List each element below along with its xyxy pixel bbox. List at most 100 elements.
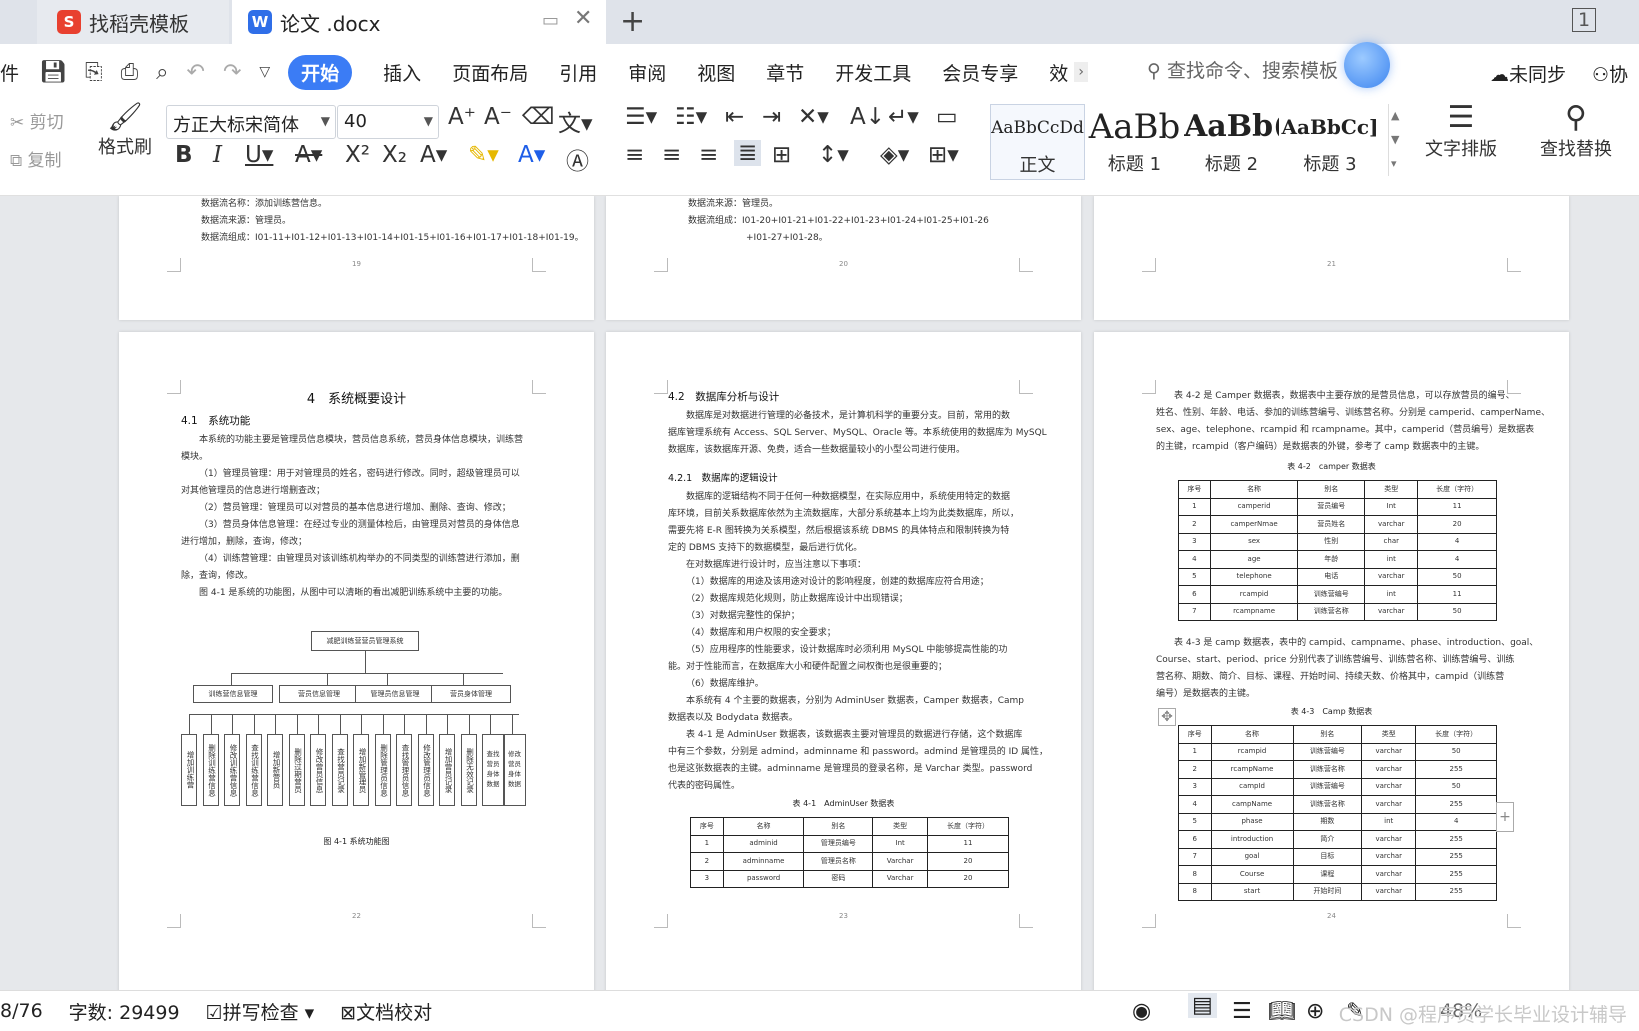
new-tab-icon[interactable]: + [620,4,645,39]
table-cell: 8 [1178,865,1212,884]
undo-icon[interactable]: ↶ [187,60,205,85]
print-preview-icon[interactable]: ⌕ [156,60,168,85]
paragraph-mark-icon[interactable]: ↵▾ [888,104,919,130]
command-search[interactable]: ⚲ 查找命令、搜索模板 [1147,56,1338,83]
increase-indent-icon[interactable]: ⇥ [762,104,781,130]
bullet-list-icon[interactable]: ☰▾ [625,104,657,130]
table-cell: varchar [1361,830,1417,849]
borders-icon[interactable]: ⊞▾ [928,142,959,168]
export-icon[interactable]: ⎘ [85,60,103,85]
ruler-icon[interactable]: ▭ [936,104,958,130]
menu-member[interactable]: 会员专享 [942,59,1018,86]
menu-view[interactable]: 视图 [697,59,735,86]
close-tab-icon[interactable]: ✕ [574,6,592,31]
font-family-select[interactable]: 方正大标宋简体 ▼ [166,105,336,139]
diagram-leaf: 增加营员记录 [439,734,455,806]
page-indicator[interactable]: 8/76 [0,1000,43,1022]
table-cell: Int [1364,497,1419,516]
style-heading-3[interactable]: AaBbCc] 标题 3 [1281,104,1379,180]
menu-chapter[interactable]: 章节 [766,59,804,86]
table-cell: varchar [1361,760,1417,779]
justify-icon[interactable]: ≣ [734,140,762,166]
menu-more-icon[interactable]: › [1074,62,1088,82]
bold-icon[interactable]: B [175,142,193,168]
font-size-select[interactable]: 40 ▼ [337,105,439,139]
style-heading-1[interactable]: AaBb 标题 1 [1087,104,1182,180]
menu-references[interactable]: 引用 [559,59,597,86]
tab-template[interactable]: S 找稻壳模板 [37,0,229,44]
menu-page-layout[interactable]: 页面布局 [452,59,528,86]
menu-efficiency[interactable]: 效 [1049,59,1068,86]
char-border-icon[interactable]: Ⓐ [566,142,589,176]
table-cell: int [1364,550,1419,569]
spell-check-button[interactable]: ☑拼写检查 ▾ [206,998,315,1025]
find-replace-button[interactable]: ⚲ 查找替换 [1540,100,1612,161]
menu-developer[interactable]: 开发工具 [835,59,911,86]
grow-font-icon[interactable]: A⁺ [448,104,476,130]
style-scroll[interactable]: ▲ ▼ ▾ [1388,104,1399,176]
text-layout-button[interactable]: ☰ 文字排版 [1425,100,1497,161]
shrink-font-icon[interactable]: A⁻ [484,104,512,130]
style-sample: AaBb [1088,107,1181,147]
menu-review[interactable]: 审阅 [628,59,666,86]
decrease-indent-icon[interactable]: ⇤ [725,104,744,130]
redo-icon[interactable]: ↷ [223,60,241,85]
table-row: 7 goal 目标 varchar 255 [1178,847,1497,866]
table-cell: int [1361,812,1417,831]
italic-icon[interactable]: I [213,142,222,168]
save-icon[interactable]: 💾︎ [39,60,67,85]
clear-format-icon[interactable]: ⌫ [522,104,555,130]
sync-status[interactable]: ☁︎未同步 [1490,60,1566,87]
chinese-layout-icon[interactable]: ✕▾ [798,104,829,130]
diagram-connector [231,673,232,685]
menu-file[interactable]: 件 [0,59,19,86]
shading-icon[interactable]: ◈▾ [880,142,909,168]
underline-icon[interactable]: U▾ [245,142,273,168]
eye-protect-icon[interactable]: ◉ [1132,999,1151,1024]
strikethrough-icon[interactable]: A▾ [295,142,322,168]
sync-label: 未同步 [1509,64,1567,86]
style-heading-2[interactable]: AaBb(标题 2 [1184,104,1279,180]
line-spacing-icon[interactable]: ↕▾ [818,142,849,168]
table-cell: 营员姓名 [1297,515,1366,534]
copy-button[interactable]: ⧉ 复制 [10,146,62,171]
page-text: 数据库的逻辑结构不同于任何一种数据模型，在实际应用中，系统使用特定的数据 [686,492,1011,502]
align-right-icon[interactable]: ≡ [699,142,718,168]
text-effect-icon[interactable]: A▾ [420,142,447,168]
style-normal[interactable]: AaBbCcDd 正文 [990,104,1085,180]
screen-icon[interactable]: ▭ [542,10,559,31]
page-view-icon[interactable]: ▤ [1188,993,1217,1018]
proofread-button[interactable]: ⊠文档校对 [340,998,432,1025]
collaborate-button[interactable]: ⚇协 [1592,60,1628,87]
reading-view-icon[interactable]: 📖︎ [1268,999,1296,1024]
number-list-icon[interactable]: ☷▾ [675,104,707,130]
menu-insert[interactable]: 插入 [383,59,421,86]
window-layout-icon[interactable]: 1 [1572,8,1597,32]
subscript-icon[interactable]: X₂ [382,142,407,168]
tab-document[interactable]: W 论文 .docx ▭ ✕ [232,0,606,44]
format-painter-button[interactable]: 🖌︎ 格式刷 [98,100,152,159]
diagram-connector [404,714,405,734]
menu-home[interactable]: 开始 [288,54,353,90]
print-icon[interactable]: ⎙ [121,60,139,85]
web-view-icon[interactable]: ⊕ [1306,999,1324,1024]
cut-button[interactable]: ✂︎ 剪切 [10,108,64,133]
highlight-icon[interactable]: ✎▾ [468,142,499,168]
align-left-icon[interactable]: ≡ [625,142,644,168]
word-count[interactable]: 字数: 29499 [69,998,180,1025]
superscript-icon[interactable]: X² [345,142,370,168]
pinyin-icon[interactable]: 文▾ [558,104,593,138]
assistant-ball-icon[interactable] [1344,42,1390,88]
table-row: 5 telephone 电话 varchar 50 [1178,567,1497,586]
distribute-icon[interactable]: ⊞ [772,142,791,168]
font-color-icon[interactable]: A▾ [518,142,545,168]
outline-view-icon[interactable]: ☰ [1232,999,1252,1024]
page-text: 编号）是数据表的主键。 [1156,689,1256,699]
document-canvas[interactable]: 数据流名称：添加训练营信息。 数据流来源：管理员。 数据流组成：I01-11+I… [0,196,1639,990]
quick-access-dropdown-icon[interactable]: ▽ [259,64,270,80]
sort-icon[interactable]: A↓ [850,104,885,130]
table-cell: 20 [926,852,1010,871]
section-heading: 4.2 数据库分析与设计 [668,391,780,403]
align-center-icon[interactable]: ≡ [662,142,681,168]
add-column-icon[interactable]: + [1496,802,1514,832]
